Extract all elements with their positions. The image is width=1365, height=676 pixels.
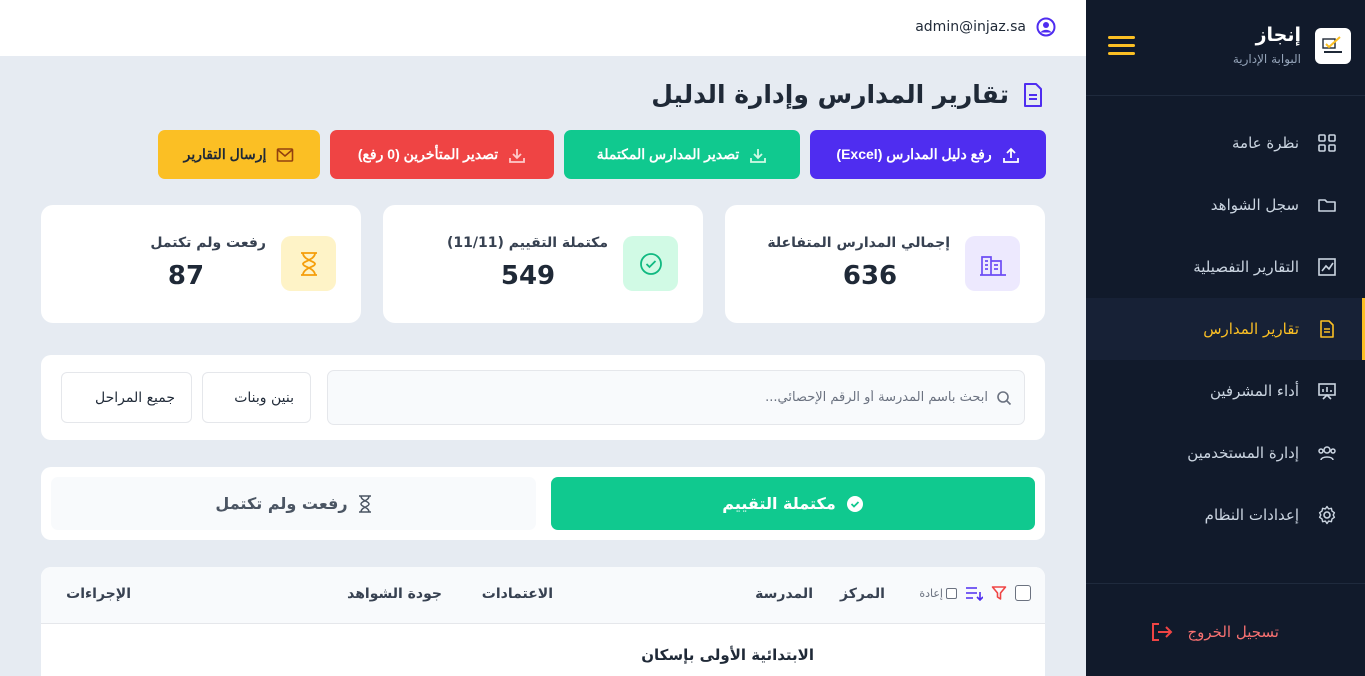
reset-checkbox[interactable] [946, 587, 957, 599]
folder-icon [1318, 199, 1336, 212]
logout-label: تسجيل الخروج [1187, 623, 1279, 641]
table-header: إعادة المركز المدرسة الاعتمادات جودة الش… [41, 567, 1045, 624]
upload-directory-button[interactable]: رفع دليل المدارس (Excel) [810, 130, 1046, 179]
sidebar-item-label: أداء المشرفين [1209, 382, 1299, 400]
gear-icon [1318, 505, 1336, 525]
sidebar-item-label: التقارير التفصيلية [1193, 258, 1299, 276]
search-icon [997, 390, 1012, 405]
stat-value: 636 [842, 261, 898, 291]
hourglass-icon [358, 494, 371, 513]
hourglass-icon [300, 251, 317, 276]
tab-incomplete-label: رفعت ولم تكتمل [215, 494, 348, 513]
stat-icon-box [623, 236, 678, 291]
topbar: admin@injaz.sa [0, 0, 1086, 56]
reset-label: إعادة [919, 586, 943, 600]
gender-select-value: بنين وبنات [234, 389, 294, 406]
export-complete-button[interactable]: تصدير المدارس المكتملة [564, 130, 800, 179]
export-late-button[interactable]: تصدير المتأخرين (0 رفع) [330, 130, 554, 179]
download-icon [509, 148, 526, 163]
user-circle-icon [1036, 17, 1056, 37]
column-header-center[interactable]: المركز [840, 586, 885, 602]
stat-icon-box [281, 236, 336, 291]
sidebar-item-label: سجل الشواهد [1210, 196, 1299, 214]
logout-button[interactable]: تسجيل الخروج [1151, 622, 1279, 642]
send-reports-label: إرسال التقارير [183, 146, 267, 162]
menu-toggle-button[interactable] [1107, 33, 1137, 59]
export-late-label: تصدير المتأخرين (0 رفع) [357, 146, 499, 162]
action-bar: رفع دليل المدارس (Excel) تصدير المدارس ا… [0, 130, 1086, 180]
sidebar-item-label: نظرة عامة [1232, 134, 1299, 152]
hamburger-icon [1108, 36, 1135, 55]
brand-logo [1315, 28, 1351, 64]
tab-complete-label: مكتملة التقييم [722, 494, 836, 513]
user-email: admin@injaz.sa [915, 19, 1026, 35]
column-header-school[interactable]: المدرسة [755, 586, 813, 602]
search-box [327, 370, 1025, 425]
select-all-checkbox[interactable] [1015, 585, 1031, 601]
sidebar-nav: نظرة عامة سجل الشواهد التقارير التفصيلية… [1086, 112, 1365, 546]
stage-select-value: جميع المراحل [95, 389, 175, 406]
logout-icon [1152, 623, 1173, 641]
stat-value: 549 [500, 261, 556, 291]
stat-label: رفعت ولم تكتمل [150, 235, 266, 251]
page-title: تقارير المدارس وإدارة الدليل [651, 80, 1045, 109]
filter-panel: بنين وبنات جميع المراحل [41, 355, 1045, 440]
table-header-tools: إعادة [919, 585, 1031, 601]
brand-subtitle: البوابة الإدارية [1232, 52, 1301, 66]
column-header-accreditations[interactable]: الاعتمادات [482, 586, 553, 602]
download-icon [750, 148, 767, 163]
reset-toggle[interactable]: إعادة [919, 587, 957, 600]
column-header-actions: الإجراءات [66, 586, 131, 602]
sidebar-item-evidence-log[interactable]: سجل الشواهد [1086, 174, 1365, 236]
gender-select[interactable]: بنين وبنات [202, 372, 311, 423]
column-header-evidence-quality[interactable]: جودة الشواهد [347, 586, 442, 602]
send-reports-button[interactable]: إرسال التقارير [158, 130, 320, 179]
logout-section: تسجيل الخروج [1086, 583, 1365, 676]
stat-card-total-schools: إجمالي المدارس المتفاعلة 636 [725, 205, 1045, 323]
search-input[interactable] [328, 371, 996, 424]
document-icon [1024, 82, 1042, 107]
sidebar-item-school-reports[interactable]: تقارير المدارس [1086, 298, 1365, 360]
sidebar-item-overview[interactable]: نظرة عامة [1086, 112, 1365, 174]
sidebar-item-detailed-reports[interactable]: التقارير التفصيلية [1086, 236, 1365, 298]
filter-icon[interactable] [991, 585, 1007, 601]
stat-card-incomplete: رفعت ولم تكتمل 87 [41, 205, 361, 323]
stat-card-complete: مكتملة التقييم (11/11) 549 [383, 205, 703, 323]
schools-table: إعادة المركز المدرسة الاعتمادات جودة الش… [41, 567, 1045, 676]
chart-line-icon [1318, 258, 1336, 276]
check-circle-icon [639, 252, 662, 275]
brand-name: إنجاز [1255, 24, 1301, 46]
mail-icon [277, 147, 294, 162]
stat-value: 87 [167, 261, 205, 291]
sidebar: إنجاز البوابة الإدارية نظرة عامة سجل الش… [1086, 0, 1365, 676]
sidebar-item-supervisor-performance[interactable]: أداء المشرفين [1086, 360, 1365, 422]
tab-incomplete[interactable]: رفعت ولم تكتمل [51, 477, 536, 530]
stat-label: إجمالي المدارس المتفاعلة [767, 235, 950, 251]
grid-icon [1318, 134, 1336, 152]
page-title-text: تقارير المدارس وإدارة الدليل [651, 80, 1009, 109]
stat-icon-box [965, 236, 1020, 291]
brand-header: إنجاز البوابة الإدارية [1086, 0, 1365, 96]
presentation-icon [1318, 383, 1336, 400]
check-circle-icon [846, 495, 863, 512]
sidebar-item-label: إعدادات النظام [1204, 506, 1299, 524]
export-complete-label: تصدير المدارس المكتملة [596, 146, 740, 162]
user-menu[interactable]: admin@injaz.sa [915, 17, 1056, 37]
upload-icon [1002, 147, 1019, 163]
status-tabs: مكتملة التقييم رفعت ولم تكتمل [41, 467, 1045, 540]
sidebar-item-label: تقارير المدارس [1203, 320, 1299, 338]
document-icon [1320, 320, 1334, 338]
stage-select[interactable]: جميع المراحل [61, 372, 192, 423]
sidebar-item-system-settings[interactable]: إعدادات النظام [1086, 484, 1365, 546]
upload-directory-label: رفع دليل المدارس (Excel) [836, 146, 992, 162]
sidebar-item-label: إدارة المستخدمين [1187, 444, 1299, 462]
tab-complete[interactable]: مكتملة التقييم [551, 477, 1035, 530]
users-icon [1318, 446, 1336, 461]
sort-list-icon[interactable] [965, 585, 983, 601]
table-row-school-name[interactable]: الابتدائية الأولى بإسكان [641, 646, 814, 664]
building-icon [979, 255, 1006, 276]
stat-label: مكتملة التقييم (11/11) [446, 235, 608, 251]
sidebar-item-user-management[interactable]: إدارة المستخدمين [1086, 422, 1365, 484]
